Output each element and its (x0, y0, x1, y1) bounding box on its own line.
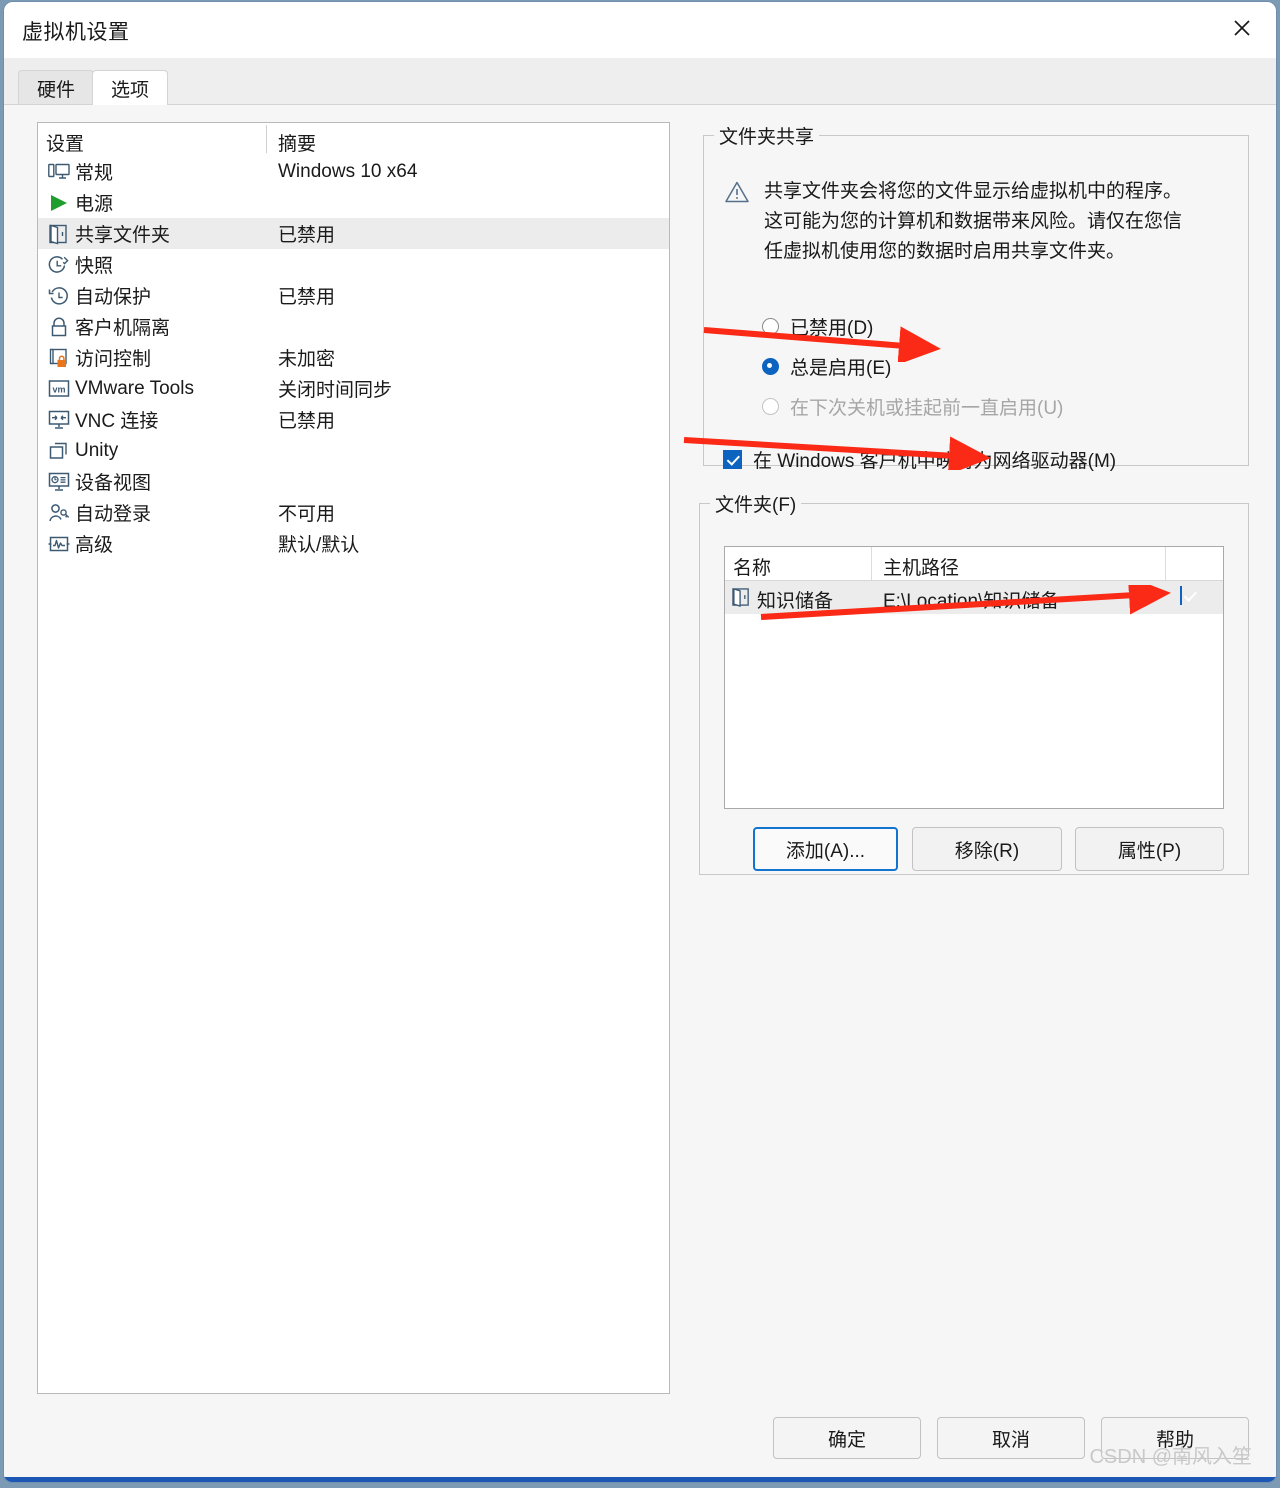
sharing-warning: 共享文件夹会将您的文件显示给虚拟机中的程序。这可能为您的计算机和数据带来风险。请… (724, 177, 1194, 267)
autologin-icon (47, 501, 71, 525)
checkbox-label: 在 Windows 客户机中映射为网络驱动器(M) (753, 451, 1117, 472)
list-item-advanced[interactable]: 高级 默认/默认 (38, 528, 669, 559)
column-header-summary: 摘要 (278, 134, 317, 155)
list-item-device-view[interactable]: 设备视图 (38, 466, 669, 497)
warning-triangle-icon (724, 177, 750, 267)
tab-hardware[interactable]: 硬件 (18, 70, 95, 105)
list-item-guest-isolation[interactable]: 客户机隔离 (38, 311, 669, 342)
vmware-tools-icon: vm (47, 377, 71, 401)
checkbox-indicator (1180, 586, 1182, 605)
list-item-summary: 已禁用 (278, 287, 336, 308)
folder-sharing-legend: 文件夹共享 (719, 127, 815, 148)
tab-bar: 硬件 选项 (4, 58, 1276, 105)
radio-sharing-disabled[interactable]: 已禁用(D) (762, 313, 873, 340)
list-item-autoprotect[interactable]: 自动保护 已禁用 (38, 280, 669, 311)
radio-indicator (762, 398, 779, 415)
folders-table: 名称 主机路径 知识储备 E:\Location\知识储备 (724, 546, 1224, 809)
autoprotect-icon (47, 284, 71, 308)
header-separator (1165, 547, 1166, 580)
folder-enabled-checkbox[interactable] (1180, 586, 1182, 605)
list-item-label: VNC 连接 (75, 411, 159, 432)
header-separator (871, 547, 872, 580)
list-item-label: 电源 (75, 194, 114, 215)
settings-list-header: 设置 摘要 (38, 123, 669, 156)
checkbox-map-network-drive[interactable]: 在 Windows 客户机中映射为网络驱动器(M) (723, 446, 1116, 473)
list-item-label: 常规 (75, 163, 114, 184)
list-item-label: 设备视图 (75, 473, 152, 494)
shared-folder-icon (47, 222, 71, 246)
list-item-snapshot[interactable]: 快照 (38, 249, 669, 280)
svg-text:vm: vm (52, 384, 65, 394)
column-header-name: 名称 (733, 558, 772, 579)
lock-icon (47, 315, 71, 339)
list-item-summary: 已禁用 (278, 225, 336, 246)
unity-icon (47, 439, 71, 463)
folders-legend: 文件夹(F) (715, 495, 797, 516)
folders-table-header: 名称 主机路径 (725, 547, 1223, 581)
access-control-icon (47, 346, 71, 370)
tab-options[interactable]: 选项 (92, 70, 169, 105)
list-item-label: VMware Tools (75, 377, 194, 399)
advanced-icon (47, 532, 71, 556)
page-title: 虚拟机设置 (22, 21, 130, 44)
list-item-summary: 未加密 (278, 349, 336, 370)
snapshot-icon (47, 253, 71, 277)
radio-label: 已禁用(D) (790, 318, 874, 339)
table-row[interactable]: 知识储备 E:\Location\知识储备 (725, 581, 1223, 614)
radio-label: 在下次关机或挂起前一直启用(U) (790, 398, 1064, 419)
close-icon[interactable] (1214, 2, 1270, 54)
list-item-access-control[interactable]: 访问控制 未加密 (38, 342, 669, 373)
sharing-warning-text: 共享文件夹会将您的文件显示给虚拟机中的程序。这可能为您的计算机和数据带来风险。请… (764, 181, 1183, 262)
list-item-label: Unity (75, 439, 119, 461)
folder-host-path: E:\Location\知识储备 (883, 591, 1060, 612)
list-item-label: 自动登录 (75, 504, 152, 525)
list-item-label: 客户机隔离 (75, 318, 171, 339)
title-bar: 虚拟机设置 (4, 2, 1276, 58)
device-view-icon (47, 470, 71, 494)
list-item-power[interactable]: 电源 (38, 187, 669, 218)
dialog-button-bar: 确定 取消 帮助 (773, 1417, 1249, 1459)
list-item-summary: 关闭时间同步 (278, 380, 393, 401)
ok-button[interactable]: 确定 (773, 1417, 921, 1459)
shared-folder-icon (732, 587, 751, 613)
column-header-setting: 设置 (46, 134, 85, 155)
add-folder-button[interactable]: 添加(A)... (753, 827, 898, 871)
folder-sharing-group: 文件夹共享 共享文件夹会将您的文件显示给虚拟机中的程序。这可能为您的计算机和数据… (703, 122, 1249, 472)
help-button[interactable]: 帮助 (1101, 1417, 1249, 1459)
folder-properties-button[interactable]: 属性(P) (1075, 827, 1224, 871)
remove-folder-button[interactable]: 移除(R) (912, 827, 1062, 871)
list-item-summary: 默认/默认 (278, 535, 360, 556)
radio-label: 总是启用(E) (790, 358, 892, 379)
list-item-general[interactable]: 常规 Windows 10 x64 (38, 156, 669, 187)
list-item-shared-folders[interactable]: 共享文件夹 已禁用 (38, 218, 669, 249)
list-item-label: 共享文件夹 (75, 225, 171, 246)
list-item-vnc[interactable]: VNC 连接 已禁用 (38, 404, 669, 435)
radio-indicator (762, 318, 779, 335)
list-item-summary: 不可用 (278, 504, 336, 525)
settings-list: 设置 摘要 常规 Windows 10 x64 电源 共享文件夹 已禁用 快照 … (37, 122, 670, 1394)
vnc-icon (47, 408, 71, 432)
folders-group: 文件夹(F) 名称 主机路径 知识储备 E:\Location\知识储备 添加(… (699, 490, 1249, 875)
list-item-label: 快照 (75, 256, 114, 277)
checkbox-indicator (723, 450, 742, 469)
list-item-label: 高级 (75, 535, 114, 556)
radio-sharing-until-next-poweroff: 在下次关机或挂起前一直启用(U) (762, 393, 1063, 420)
radio-indicator (762, 358, 779, 375)
cancel-button[interactable]: 取消 (937, 1417, 1085, 1459)
list-item-label: 访问控制 (75, 349, 152, 370)
radio-sharing-always-enabled[interactable]: 总是启用(E) (762, 353, 891, 380)
monitor-icon (47, 160, 71, 184)
power-play-icon (47, 191, 71, 215)
folder-name: 知识储备 (757, 591, 834, 612)
vm-settings-dialog: 虚拟机设置 硬件 选项 设置 摘要 常规 Windows 10 x64 电源 共… (4, 2, 1276, 1482)
list-item-summary: 已禁用 (278, 411, 336, 432)
list-item-vmware-tools[interactable]: vm VMware Tools 关闭时间同步 (38, 373, 669, 404)
list-item-label: 自动保护 (75, 287, 152, 308)
list-item-summary: Windows 10 x64 (278, 160, 418, 182)
column-divider (266, 125, 267, 153)
list-item-unity[interactable]: Unity (38, 435, 669, 466)
column-header-host-path: 主机路径 (883, 558, 960, 579)
dialog-content: 设置 摘要 常规 Windows 10 x64 电源 共享文件夹 已禁用 快照 … (4, 105, 1276, 1477)
list-item-auto-login[interactable]: 自动登录 不可用 (38, 497, 669, 528)
